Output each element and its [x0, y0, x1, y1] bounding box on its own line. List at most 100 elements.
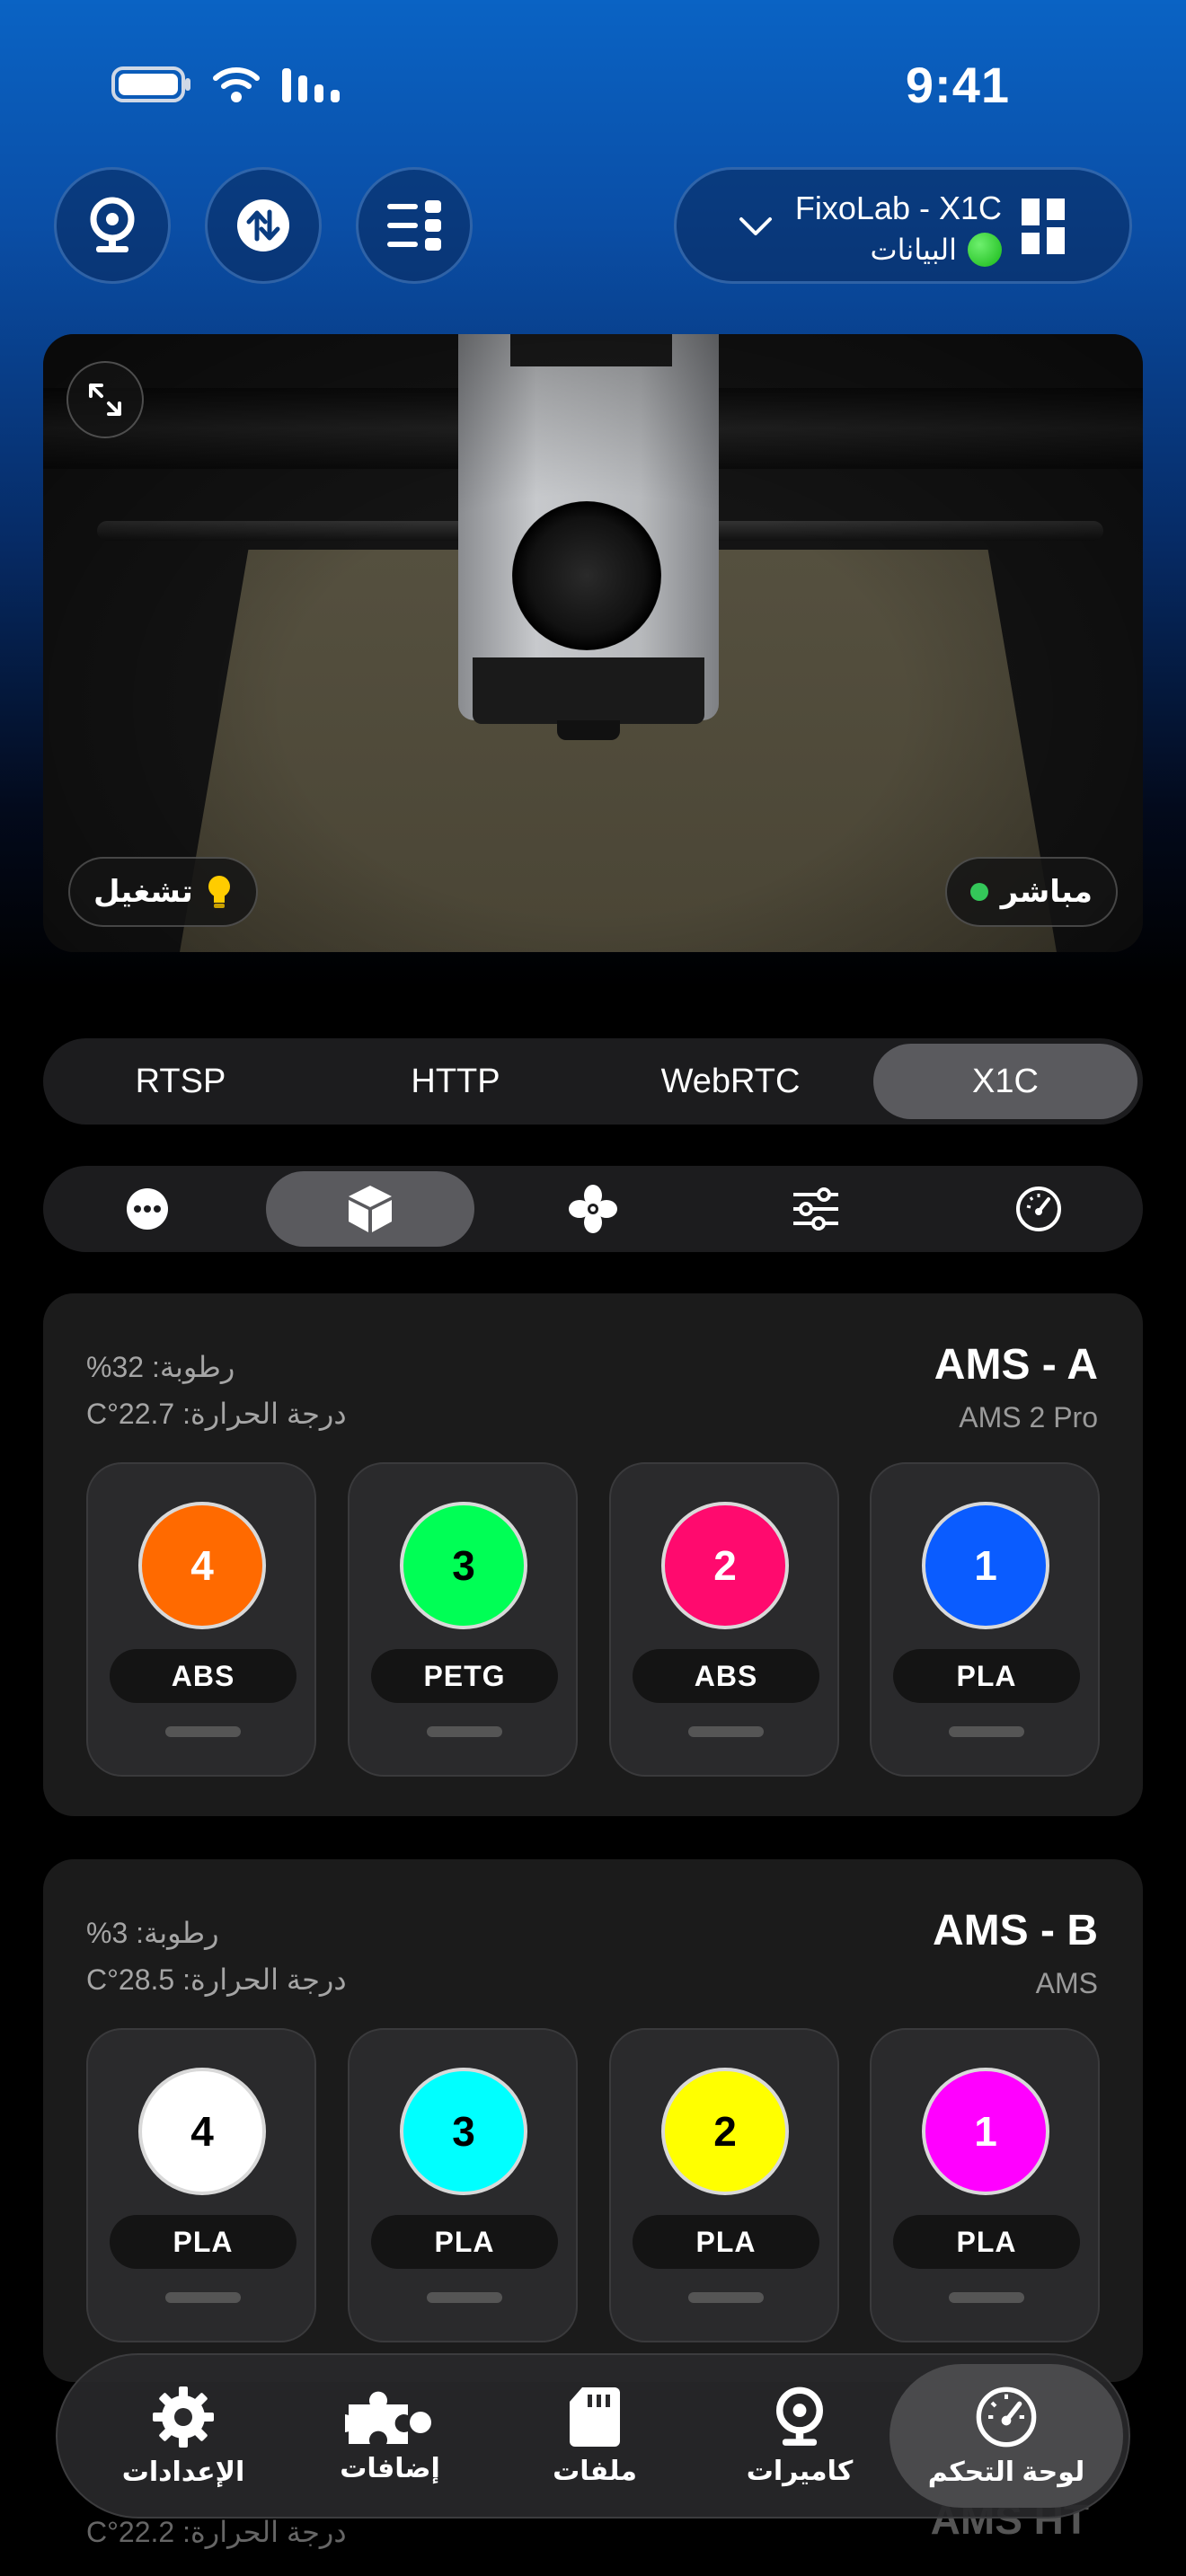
light-toggle[interactable]: تشغيل — [68, 857, 258, 927]
puzzle-icon — [345, 2391, 431, 2444]
tab-label: لوحة التحكم — [927, 2457, 1085, 2487]
transfer-button[interactable] — [205, 167, 322, 284]
material-label: PLA — [893, 1649, 1080, 1703]
webcam-icon — [776, 2386, 823, 2446]
tab-label: الإعدادات — [121, 2457, 245, 2487]
stream-tabs: RTSP HTTP WebRTC X1C — [43, 1038, 1143, 1125]
ams-environment: رطوبة: 3% درجة الحرارة: 28.5°C — [86, 1910, 347, 2003]
ams-slot-1[interactable]: 1 PLA — [870, 1462, 1100, 1777]
ams-slot-4[interactable]: 4 ABS — [86, 1462, 316, 1777]
light-label: تشغيل — [93, 875, 193, 909]
tab-plugins[interactable]: إضافات — [273, 2364, 507, 2508]
tab-settings[interactable]: الإعدادات — [66, 2364, 300, 2508]
material-label: PLA — [893, 2215, 1080, 2269]
expand-icon — [89, 384, 121, 416]
ams-slot-1[interactable]: 1 PLA — [870, 2028, 1100, 2342]
lightbulb-icon — [208, 876, 230, 908]
gear-icon — [153, 2386, 214, 2448]
slot-indicator — [688, 1726, 764, 1737]
slot-number: 3 — [452, 2108, 475, 2155]
spool-color: 2 — [661, 1502, 789, 1629]
next-card-temperature: درجة الحرارة: 22.2°C — [86, 2516, 347, 2548]
slot-number: 2 — [713, 1542, 737, 1589]
live-label: مباشر — [1000, 875, 1093, 909]
slot-indicator — [165, 1726, 241, 1737]
ams-environment: رطوبة: 32% درجة الحرارة: 22.7°C — [86, 1344, 347, 1437]
ams-title: AMS - A — [934, 1341, 1098, 1389]
printer-status-label: البيانات — [870, 234, 957, 266]
spool-color: 2 — [661, 2068, 789, 2195]
material-label: ABS — [110, 1649, 296, 1703]
ams-title: AMS - B — [933, 1907, 1098, 1954]
slot-indicator — [949, 1726, 1024, 1737]
slot-number: 4 — [190, 2108, 214, 2155]
material-label: PLA — [633, 2215, 819, 2269]
tab-dashboard-main[interactable]: لوحة التحكم — [890, 2364, 1123, 2508]
ams-humidity: رطوبة: 3% — [86, 1917, 219, 1949]
tab-cameras[interactable]: كاميرات — [683, 2364, 916, 2508]
slot-indicator — [949, 2292, 1024, 2303]
spool-color: 4 — [138, 1502, 266, 1629]
slot-indicator — [427, 2292, 502, 2303]
box-icon — [349, 1186, 392, 1232]
tab-label: إضافات — [340, 2453, 440, 2483]
slot-number: 1 — [974, 2108, 997, 2155]
tab-http[interactable]: HTTP — [323, 1044, 588, 1119]
ams-humidity: رطوبة: 32% — [86, 1351, 235, 1383]
printer-selector[interactable]: FixoLab - X1C البيانات — [674, 167, 1132, 284]
tab-label: كاميرات — [746, 2456, 854, 2486]
signal-icon — [282, 68, 340, 102]
webcam-button[interactable] — [54, 167, 171, 284]
transfer-icon — [237, 199, 289, 251]
slot-indicator — [165, 2292, 241, 2303]
ams-temperature: درجة الحرارة: 22.7°C — [86, 1398, 347, 1430]
list-button[interactable] — [356, 167, 473, 284]
online-indicator — [968, 233, 1002, 267]
wifi-icon — [213, 67, 260, 102]
printer-icon — [1022, 198, 1065, 254]
status-time: 9:41 — [905, 57, 1010, 113]
printer-name: FixoLab - X1C — [794, 190, 1002, 226]
camera-feed[interactable]: تشغيل مباشر — [43, 334, 1143, 952]
sliders-icon — [793, 1187, 838, 1231]
ams-slot-3[interactable]: 3 PLA — [348, 2028, 578, 2342]
tab-dashboard[interactable] — [934, 1171, 1143, 1247]
slot-number: 2 — [713, 2108, 737, 2155]
tab-label: ملفات — [553, 2456, 637, 2486]
section-tabs — [43, 1166, 1143, 1252]
ams-slot-4[interactable]: 4 PLA — [86, 2028, 316, 2342]
gauge-icon — [1016, 1187, 1061, 1231]
tab-fans[interactable] — [489, 1171, 697, 1247]
tab-bar: الإعدادات إضافات ملفات كاميرات لوحة التح… — [56, 2353, 1130, 2519]
spool-color: 1 — [922, 2068, 1049, 2195]
more-icon — [127, 1188, 168, 1230]
slot-indicator — [688, 2292, 764, 2303]
ams-model: AMS 2 Pro — [959, 1401, 1098, 1434]
tab-filament[interactable] — [266, 1171, 474, 1247]
ams-temperature: درجة الحرارة: 28.5°C — [86, 1963, 347, 1996]
ams-model: AMS — [1035, 1967, 1098, 1999]
material-label: PLA — [110, 2215, 296, 2269]
tab-files[interactable]: ملفات — [478, 2364, 712, 2508]
spool-color: 3 — [400, 2068, 527, 2195]
tab-x1c[interactable]: X1C — [873, 1044, 1137, 1119]
slot-number: 3 — [452, 1542, 475, 1589]
ams-card-a: AMS - A AMS 2 Pro رطوبة: 32% درجة الحرار… — [43, 1293, 1143, 1816]
tab-controls[interactable] — [712, 1171, 920, 1247]
list-icon — [387, 200, 441, 251]
tab-webrtc[interactable]: WebRTC — [598, 1044, 863, 1119]
tab-rtsp[interactable]: RTSP — [49, 1044, 313, 1119]
ams-slot-2[interactable]: 2 PLA — [609, 2028, 839, 2342]
spool-color: 3 — [400, 1502, 527, 1629]
spool-color: 4 — [138, 2068, 266, 2195]
tab-more[interactable] — [43, 1171, 252, 1247]
material-label: PLA — [371, 2215, 558, 2269]
webcam-icon — [90, 197, 135, 252]
slot-number: 1 — [974, 1542, 997, 1589]
ams-card-b: AMS - B AMS رطوبة: 3% درجة الحرارة: 28.5… — [43, 1859, 1143, 2382]
fullscreen-button[interactable] — [66, 361, 144, 438]
sd-card-icon — [570, 2386, 620, 2447]
ams-slot-2[interactable]: 2 ABS — [609, 1462, 839, 1777]
spool-color: 1 — [922, 1502, 1049, 1629]
ams-slot-3[interactable]: 3 PETG — [348, 1462, 578, 1777]
